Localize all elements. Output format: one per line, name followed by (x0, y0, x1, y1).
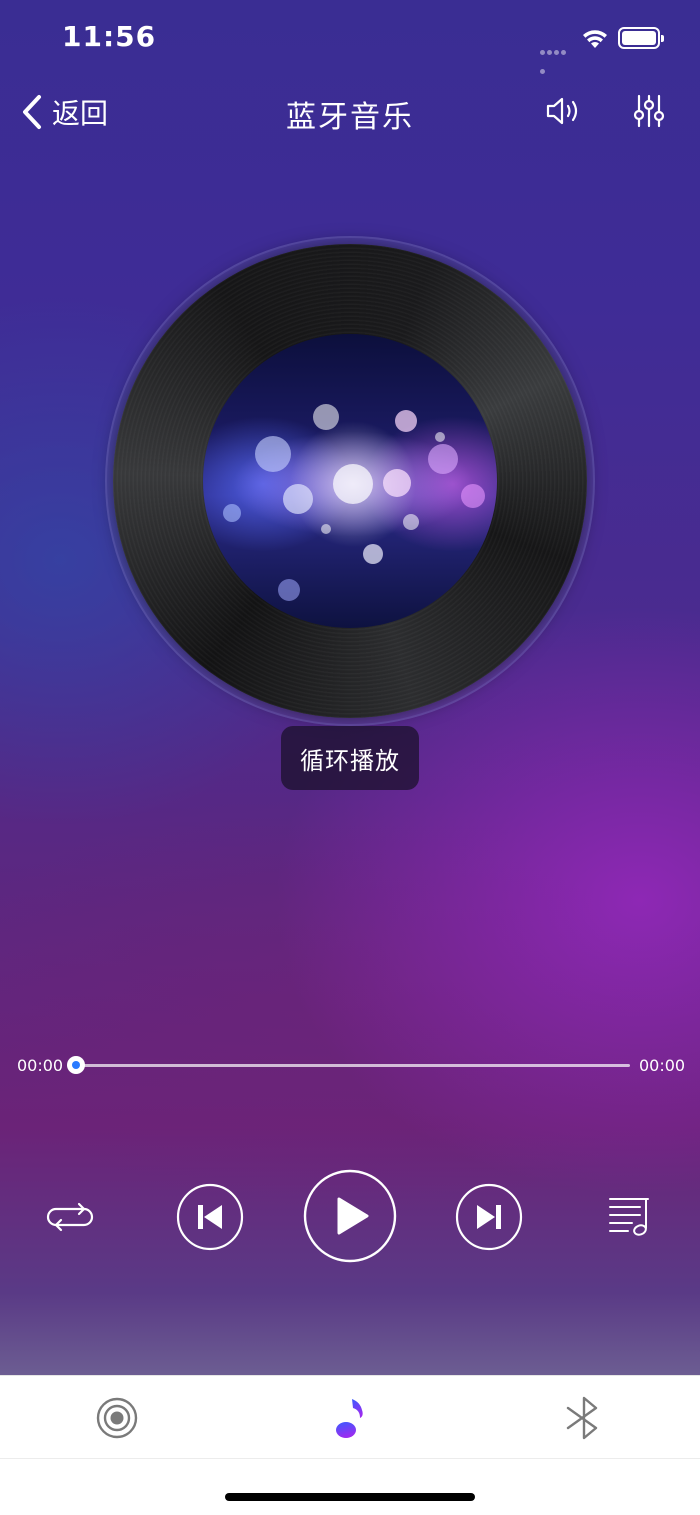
radio-icon (96, 1397, 138, 1439)
album-cover (203, 334, 497, 628)
tab-bluetooth[interactable] (560, 1394, 608, 1442)
previous-icon (176, 1183, 244, 1251)
battery-icon (618, 27, 664, 49)
tab-music[interactable] (326, 1394, 374, 1442)
tab-radio[interactable] (93, 1394, 141, 1442)
playlist-button[interactable] (606, 1194, 652, 1238)
bluetooth-icon (566, 1396, 598, 1440)
progress-thumb[interactable] (67, 1056, 85, 1074)
home-indicator (225, 1493, 475, 1501)
player-screen: 11:56 返回 蓝牙音乐 循环播放 00:00 00:00 (0, 0, 700, 1375)
total-time: 00:00 (639, 1056, 686, 1075)
tab-bar (0, 1375, 700, 1459)
next-icon (455, 1183, 523, 1251)
wifi-icon (580, 24, 610, 50)
repeat-button[interactable] (46, 1197, 94, 1237)
status-time: 11:56 (62, 20, 157, 53)
playlist-icon (609, 1198, 649, 1236)
music-note-icon (336, 1395, 363, 1438)
current-time: 00:00 (17, 1056, 64, 1075)
page-title: 蓝牙音乐 (286, 100, 414, 135)
progress-track[interactable] (76, 1064, 630, 1067)
volume-icon[interactable] (545, 95, 583, 127)
play-mode-badge: 循环播放 (281, 726, 419, 790)
cellular-signal-icon (540, 40, 574, 74)
next-button[interactable] (455, 1183, 523, 1251)
repeat-icon (46, 1202, 94, 1232)
play-button[interactable] (303, 1169, 397, 1263)
previous-button[interactable] (176, 1183, 244, 1251)
play-icon (303, 1169, 397, 1263)
equalizer-icon[interactable] (632, 94, 666, 128)
